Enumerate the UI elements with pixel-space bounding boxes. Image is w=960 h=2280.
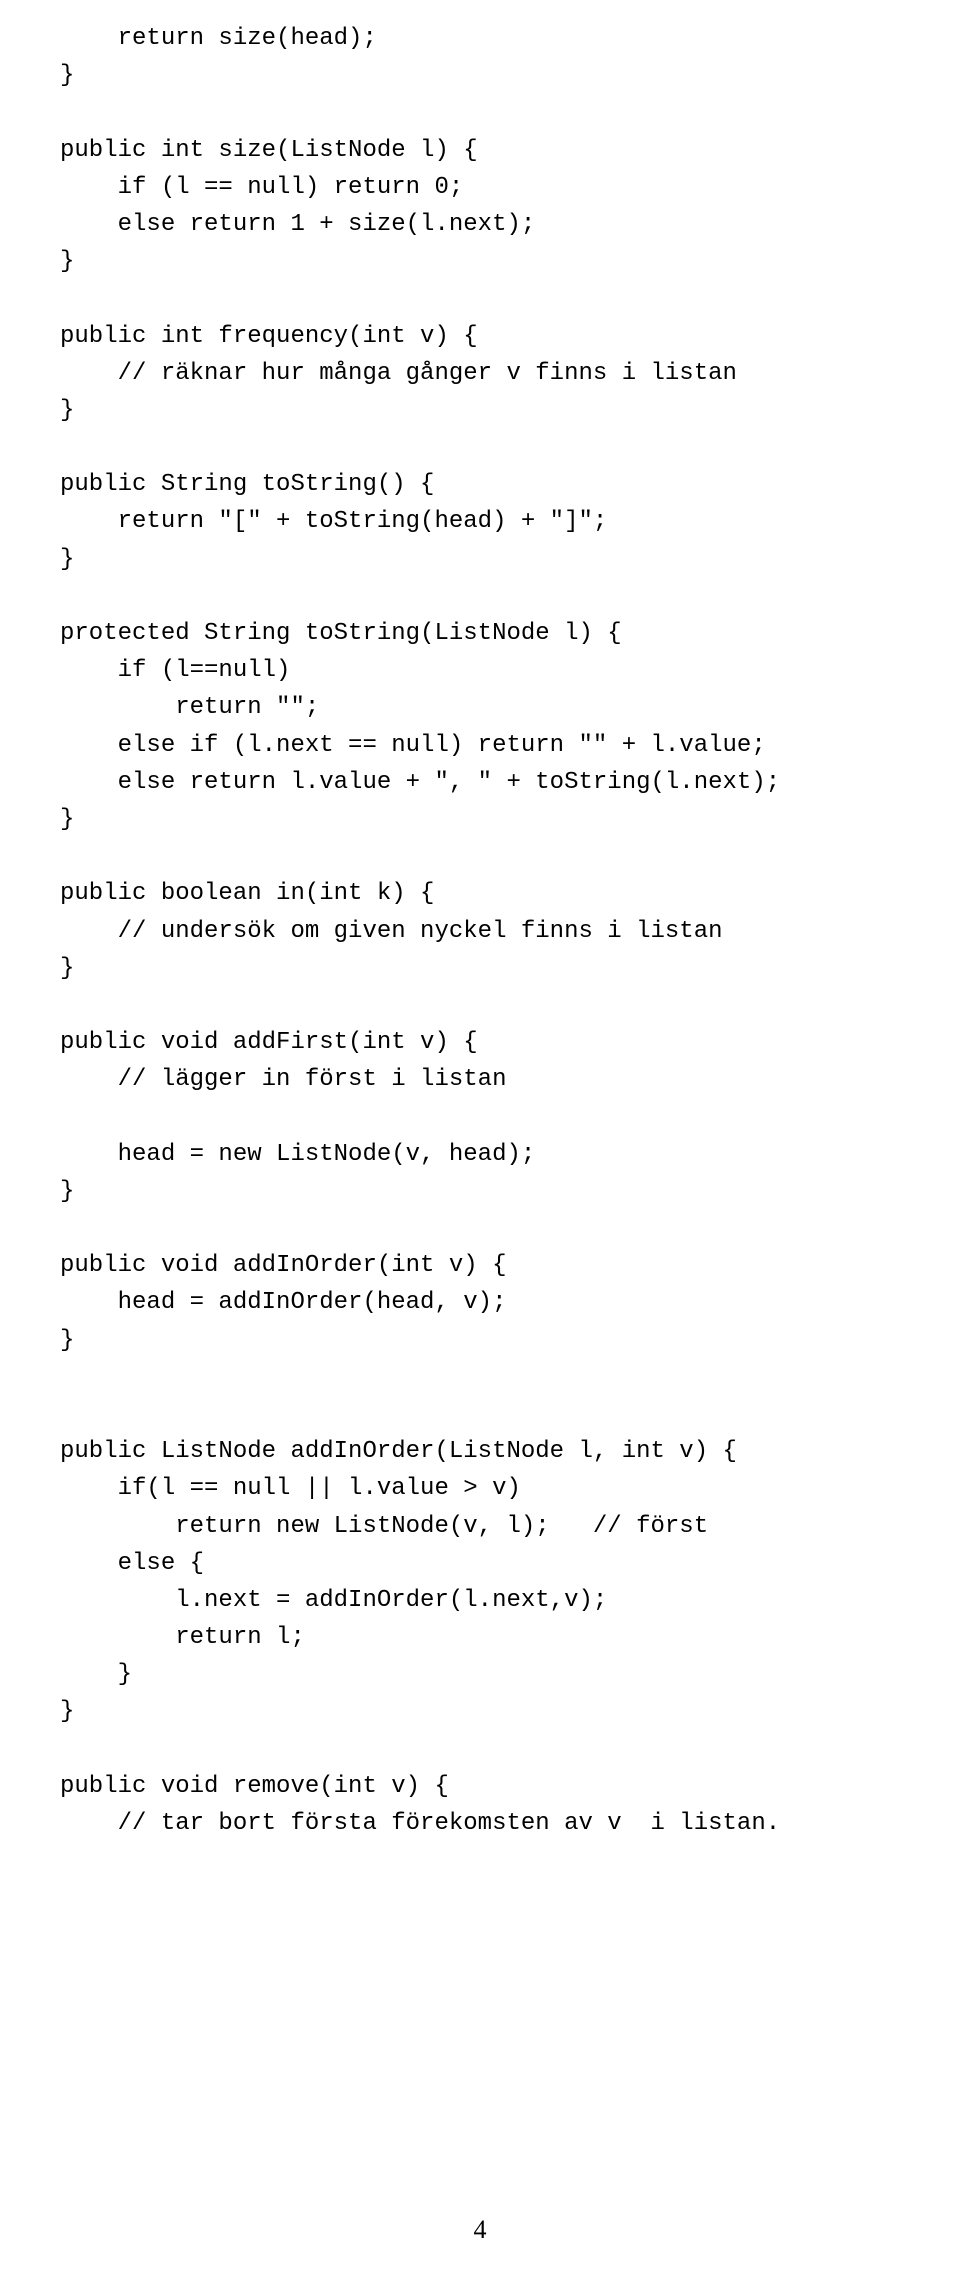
page-number: 4	[0, 2210, 960, 2250]
document-page: return size(head); } public int size(Lis…	[0, 0, 960, 2280]
code-block: return size(head); } public int size(Lis…	[60, 20, 900, 1842]
